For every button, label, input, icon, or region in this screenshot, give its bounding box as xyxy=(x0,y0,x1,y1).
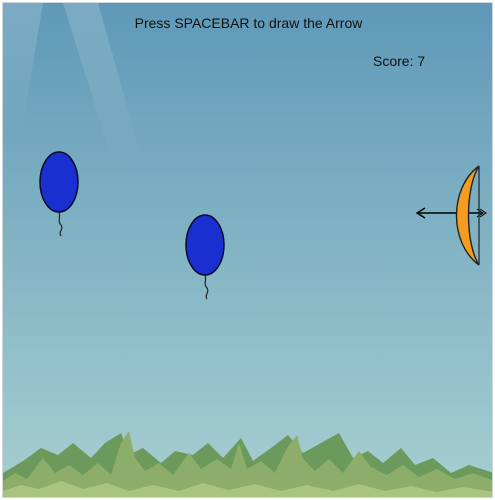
balloon-body xyxy=(39,151,79,213)
game-scene xyxy=(3,3,492,497)
balloon-body xyxy=(185,214,225,276)
score-display: Score: 7 xyxy=(373,53,425,69)
game-canvas[interactable]: Press SPACEBAR to draw the Arrow Score: … xyxy=(2,2,493,498)
instruction-text: Press SPACEBAR to draw the Arrow xyxy=(134,15,363,31)
sky-background xyxy=(3,3,492,497)
score-label: Score: xyxy=(373,53,414,69)
score-value: 7 xyxy=(417,53,426,69)
